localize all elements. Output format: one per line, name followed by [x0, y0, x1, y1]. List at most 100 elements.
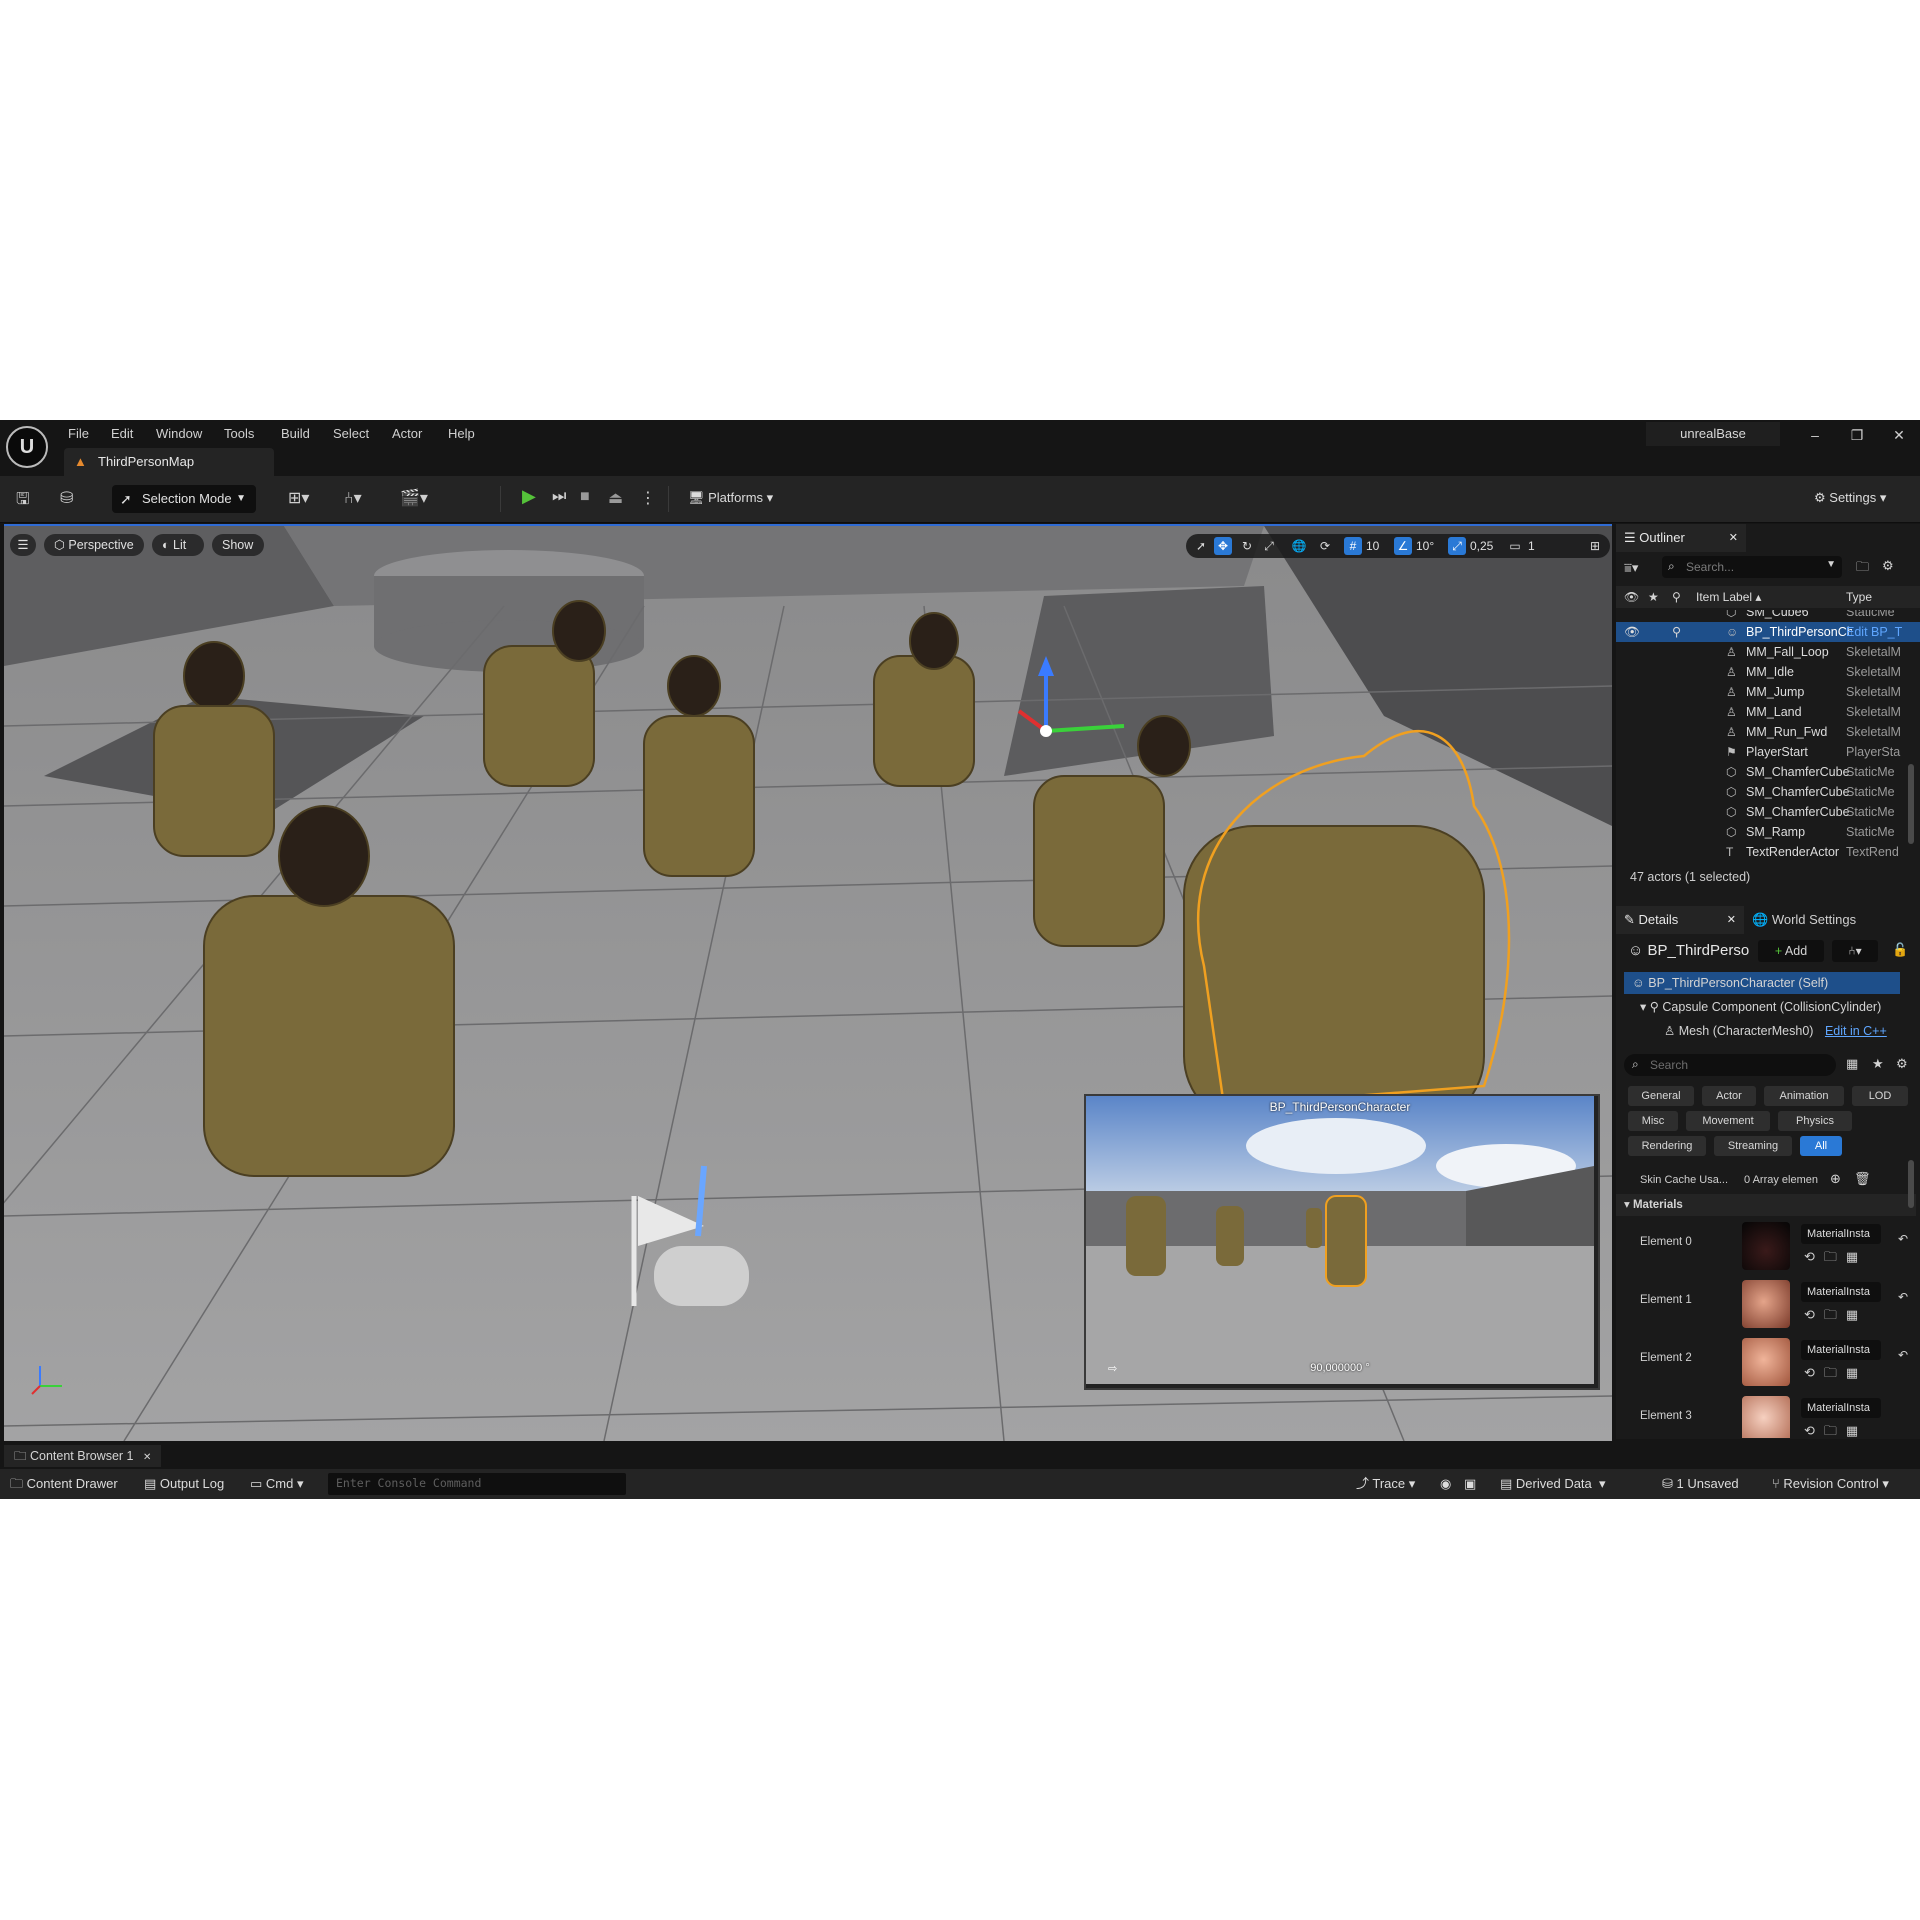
layout-icon[interactable]: ⊞: [1586, 537, 1604, 555]
blueprint-options-icon[interactable]: ⑃▾: [1832, 940, 1878, 962]
close-icon[interactable]: ✕: [1729, 524, 1738, 552]
save-icon[interactable]: 🖫: [16, 488, 30, 515]
select-tool-icon[interactable]: ➚: [1192, 537, 1210, 555]
surface-snap-icon[interactable]: ⟳: [1316, 537, 1334, 555]
cinematics-icon[interactable]: 🎬▾: [400, 488, 428, 508]
material-thumbnail[interactable]: [1742, 1222, 1790, 1270]
material-tools-icons[interactable]: ⟲🗀▦: [1804, 1248, 1867, 1270]
viewport-menu-icon[interactable]: ☰: [10, 534, 36, 556]
menu-help[interactable]: Help: [448, 424, 475, 444]
tab-outliner[interactable]: ☰ Outliner ✕: [1616, 524, 1746, 552]
material-thumbnail[interactable]: [1742, 1338, 1790, 1386]
menu-window[interactable]: Window: [156, 424, 202, 444]
visibility-icon[interactable]: 👁: [1624, 586, 1639, 608]
column-type[interactable]: Type: [1846, 586, 1872, 608]
more-options-icon[interactable]: ⋮: [640, 488, 656, 508]
outliner-scrollbar[interactable]: [1908, 764, 1914, 844]
filter-all[interactable]: All: [1800, 1136, 1842, 1156]
filter-actor[interactable]: Actor: [1702, 1086, 1756, 1106]
add-actor-icon[interactable]: ⊞▾: [288, 488, 309, 508]
actor-name-field[interactable]: ☺ BP_ThirdPerso: [1628, 942, 1749, 959]
list-item[interactable]: ⬡ SM_ChamferCube StaticMe: [1616, 782, 1920, 802]
menu-build[interactable]: Build: [281, 424, 310, 444]
pin-icon[interactable]: ⚲: [1672, 622, 1681, 642]
camera-speed-icon[interactable]: ▭: [1506, 537, 1524, 555]
edit-cpp-link[interactable]: Edit in C++: [1825, 1024, 1887, 1038]
close-icon[interactable]: ✕: [1727, 906, 1736, 934]
outliner-search-input[interactable]: ⌕ Search... ▼: [1662, 556, 1842, 578]
component-mesh[interactable]: ♙ Mesh (CharacterMesh0) Edit in C++: [1664, 1020, 1910, 1042]
step-icon[interactable]: ⏭: [552, 488, 566, 506]
list-item[interactable]: ♙ MM_Land SkeletalM: [1616, 702, 1920, 722]
add-folder-icon[interactable]: 🗀: [1856, 558, 1869, 580]
star-icon[interactable]: ★: [1872, 1056, 1884, 1072]
list-item[interactable]: ♙ MM_Fall_Loop SkeletalM: [1616, 642, 1920, 662]
lit-dropdown[interactable]: ◐ Lit: [152, 534, 204, 556]
scale-tool-icon[interactable]: ⤢: [1260, 537, 1278, 555]
material-tools-icons[interactable]: ⟲🗀▦: [1804, 1422, 1867, 1438]
stop-icon[interactable]: ■: [580, 488, 590, 506]
details-scrollbar[interactable]: [1908, 1160, 1914, 1208]
materials-section-header[interactable]: ▾ Materials: [1616, 1194, 1916, 1216]
material-tools-icons[interactable]: ⟲🗀▦: [1804, 1364, 1867, 1386]
unreal-logo-icon[interactable]: U: [6, 426, 48, 468]
restore-button[interactable]: ❐: [1842, 424, 1872, 446]
material-select[interactable]: MaterialInsta: [1801, 1282, 1881, 1302]
add-component-button[interactable]: + Add: [1758, 940, 1824, 962]
trace-dropdown[interactable]: ⤴ Trace ▾: [1356, 1475, 1415, 1493]
tab-details[interactable]: ✎ Details ✕: [1616, 906, 1744, 934]
tab-world-settings[interactable]: 🌐 World Settings: [1752, 906, 1856, 934]
material-select[interactable]: MaterialInsta: [1801, 1340, 1881, 1360]
column-item-label[interactable]: Item Label ▴: [1696, 586, 1761, 608]
cmd-dropdown[interactable]: ▭ Cmd ▾: [250, 1475, 304, 1493]
perspective-dropdown[interactable]: ⬡ Perspective: [44, 534, 144, 556]
reset-icon[interactable]: ↶: [1898, 1348, 1908, 1362]
eject-icon[interactable]: ⏏: [608, 488, 623, 508]
rotate-tool-icon[interactable]: ↻: [1238, 537, 1256, 555]
list-item[interactable]: ⬡ SM_ChamferCube StaticMe: [1616, 762, 1920, 782]
selection-mode-dropdown[interactable]: ➚ Selection Mode ▼: [112, 485, 256, 513]
minimize-button[interactable]: –: [1800, 424, 1830, 446]
list-item[interactable]: ⬡ SM_ChamferCube StaticMe: [1616, 802, 1920, 822]
lock-icon[interactable]: 🔓: [1892, 942, 1908, 958]
filter-rendering[interactable]: Rendering: [1628, 1136, 1706, 1156]
trash-icon[interactable]: 🗑: [1854, 1171, 1871, 1187]
gear-icon[interactable]: ⚙: [1896, 1056, 1908, 1072]
details-search-input[interactable]: ⌕ Search: [1624, 1054, 1836, 1076]
show-dropdown[interactable]: Show: [212, 534, 264, 556]
settings-button[interactable]: ⚙ Settings ▾: [1814, 490, 1886, 506]
reset-icon[interactable]: ↶: [1898, 1232, 1908, 1246]
level-viewport[interactable]: ☰ ⬡ Perspective ◐ Lit Show ➚ ✥ ↻ ⤢ 🌐 ⟳ #…: [4, 524, 1612, 1441]
list-item[interactable]: ♙ MM_Idle SkeletalM: [1616, 662, 1920, 682]
scale-snap-icon[interactable]: ⤢: [1448, 537, 1466, 555]
menu-actor[interactable]: Actor: [392, 424, 422, 444]
blueprint-icon[interactable]: ⑃▾: [344, 488, 362, 508]
screenshot-icon[interactable]: ▣: [1464, 1475, 1476, 1493]
platforms-button[interactable]: 🖥 Platforms ▾: [688, 490, 773, 506]
material-select[interactable]: MaterialInsta: [1801, 1224, 1881, 1244]
material-thumbnail[interactable]: [1742, 1280, 1790, 1328]
play-icon[interactable]: ▶: [522, 486, 536, 507]
component-self[interactable]: ☺ BP_ThirdPersonCharacter (Self): [1624, 972, 1900, 994]
console-command-input[interactable]: Enter Console Command: [328, 1473, 626, 1495]
menu-file[interactable]: File: [68, 424, 89, 444]
component-capsule[interactable]: ▾ ⚲ Capsule Component (CollisionCylinder…: [1640, 996, 1910, 1018]
filter-general[interactable]: General: [1628, 1086, 1694, 1106]
move-tool-icon[interactable]: ✥: [1214, 537, 1232, 555]
rotation-snap-icon[interactable]: ∠: [1394, 537, 1412, 555]
record-icon[interactable]: ◉: [1440, 1475, 1451, 1493]
revision-control-button[interactable]: ⑂ Revision Control ▾: [1772, 1475, 1889, 1493]
tab-content-browser[interactable]: 🗀 Content Browser 1 ✕: [4, 1445, 162, 1467]
filter-lod[interactable]: LOD: [1852, 1086, 1908, 1106]
world-space-icon[interactable]: 🌐: [1290, 537, 1308, 555]
gear-icon[interactable]: ⚙: [1882, 558, 1894, 574]
browse-icon[interactable]: ⛁: [60, 488, 73, 508]
material-tools-icons[interactable]: ⟲🗀▦: [1804, 1306, 1867, 1328]
camera-speed-value[interactable]: 1: [1528, 537, 1535, 555]
add-element-icon[interactable]: ⊕: [1830, 1171, 1841, 1187]
content-drawer-button[interactable]: 🗀 Content Drawer: [10, 1475, 118, 1493]
menu-tools[interactable]: Tools: [224, 424, 254, 444]
close-icon[interactable]: ✕: [143, 1452, 151, 1463]
list-item[interactable]: ⬡ SM_Cube6 StaticMe: [1616, 610, 1920, 622]
output-log-button[interactable]: ▤ Output Log: [144, 1475, 224, 1493]
